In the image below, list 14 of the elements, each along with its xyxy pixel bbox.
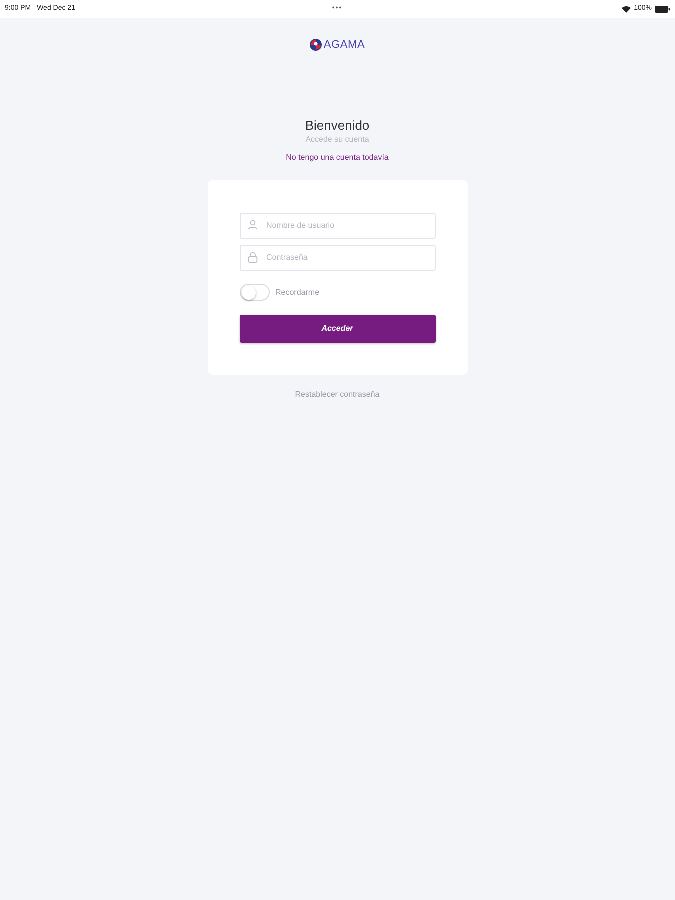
wifi-icon — [622, 6, 632, 12]
signup-link[interactable]: No tengo una cuenta todavía — [286, 153, 389, 163]
battery-icon — [654, 6, 670, 12]
logo-text: AGAMA — [324, 40, 366, 50]
remember-toggle[interactable] — [240, 284, 270, 301]
remember-label: Recordarme — [276, 286, 320, 298]
user-icon — [248, 220, 258, 230]
welcome-subtitle: Accede su cuenta — [306, 135, 370, 145]
lock-icon — [248, 252, 258, 262]
welcome-title: Bienvenido — [305, 118, 370, 134]
logo-icon — [310, 39, 322, 51]
input-field[interactable]: Contraseña — [240, 244, 436, 270]
input-field[interactable]: Nombre de usuario — [240, 212, 436, 238]
login-button[interactable]: Acceder — [240, 315, 436, 343]
